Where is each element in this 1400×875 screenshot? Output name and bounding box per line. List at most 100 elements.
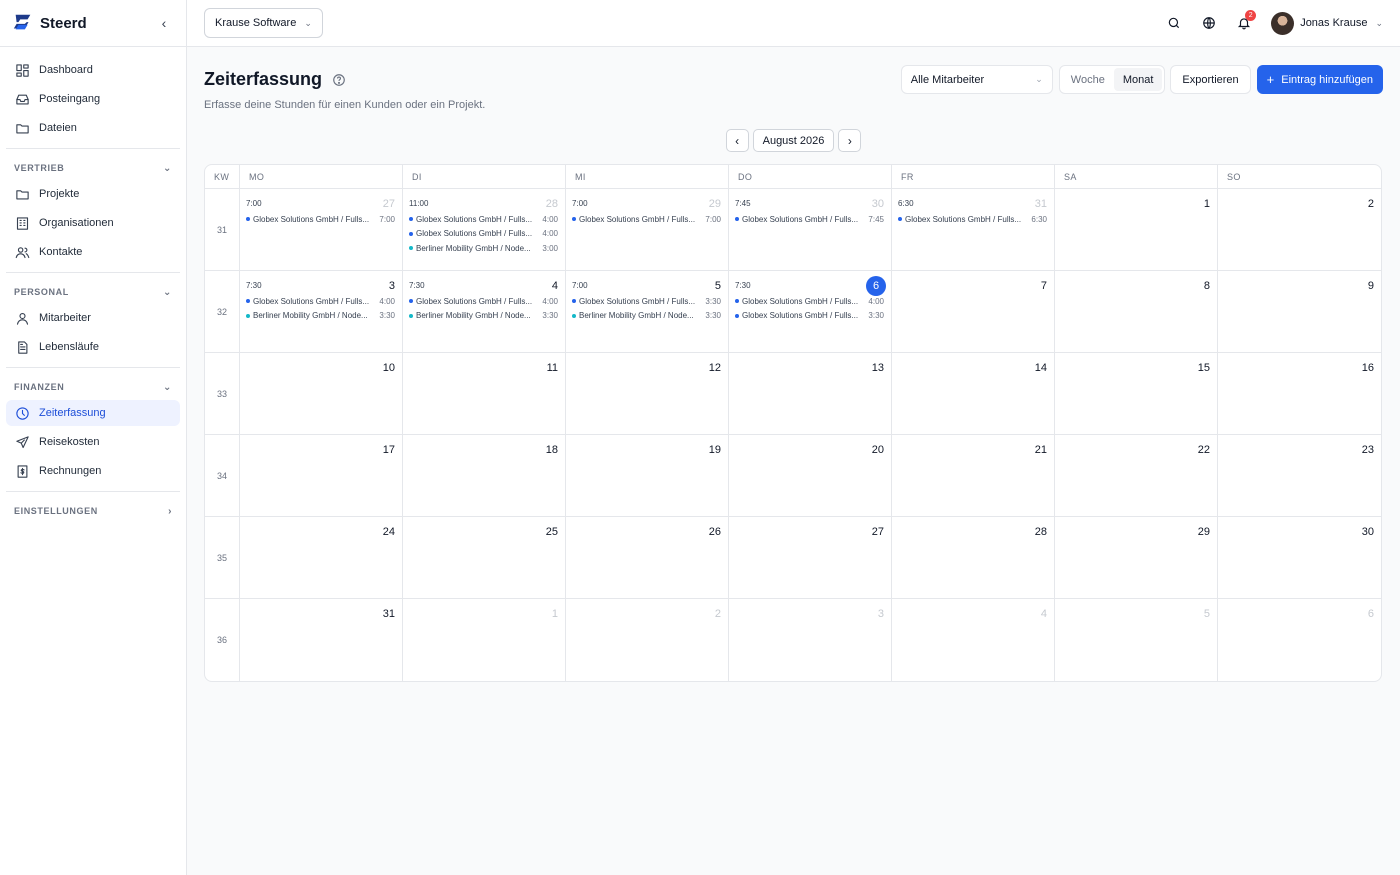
help-icon[interactable] <box>332 73 346 87</box>
calendar-day-cell[interactable]: 10 <box>240 353 403 434</box>
calendar-day-cell[interactable]: 7:00 5 Globex Solutions GmbH / Fulls... 3:3… <box>566 271 729 352</box>
time-entry[interactable]: Berliner Mobility GmbH / Node... 3:00 <box>409 241 558 256</box>
calendar-day-cell[interactable]: 29 <box>1055 517 1218 598</box>
sidebar-item-label: Organisationen <box>39 217 114 229</box>
calendar-day-cell[interactable]: 12 <box>566 353 729 434</box>
calendar-day-cell[interactable]: 1 <box>403 599 566 681</box>
notifications-button[interactable]: 2 <box>1229 8 1259 38</box>
calendar-day-cell[interactable]: 26 <box>566 517 729 598</box>
calendar-day-cell[interactable]: 30 <box>1218 517 1381 598</box>
calendar-day-cell[interactable]: 11:00 28 Globex Solutions GmbH / Fulls... 4… <box>403 189 566 270</box>
sidebar-item-lebensläufe[interactable]: Lebensläufe <box>6 334 180 360</box>
calendar-day-cell[interactable]: 3 <box>729 599 892 681</box>
calendar-day-cell[interactable]: 28 <box>892 517 1055 598</box>
calendar-day-cell[interactable]: 7 <box>892 271 1055 352</box>
view-month-button[interactable]: Monat <box>1113 68 1163 91</box>
language-button[interactable] <box>1194 8 1224 38</box>
calendar-day-cell[interactable]: 27 <box>729 517 892 598</box>
day-number: 22 <box>1197 443 1210 456</box>
calendar-day-cell[interactable]: 2 <box>566 599 729 681</box>
time-entry[interactable]: Globex Solutions GmbH / Fulls... 7:45 <box>735 212 884 227</box>
calendar-day-cell[interactable]: 7:30 3 Globex Solutions GmbH / Fulls... 4:0… <box>240 271 403 352</box>
calendar-day-cell[interactable]: 20 <box>729 435 892 516</box>
time-entry[interactable]: Berliner Mobility GmbH / Node... 3:30 <box>572 309 721 324</box>
calendar-day-cell[interactable]: 6 <box>1218 599 1381 681</box>
sidebar-item-projekte[interactable]: Projekte <box>6 181 180 207</box>
sidebar-item-zeiterfassung[interactable]: Zeiterfassung <box>6 400 180 426</box>
calendar-day-cell[interactable]: 8 <box>1055 271 1218 352</box>
time-entry[interactable]: Globex Solutions GmbH / Fulls... 4:00 <box>409 227 558 242</box>
sidebar-item-posteingang[interactable]: Posteingang <box>6 86 180 112</box>
entry-hours: 7:00 <box>705 214 721 224</box>
day-total: 7:00 <box>246 199 262 208</box>
calendar-day-cell[interactable]: 16 <box>1218 353 1381 434</box>
calendar-day-cell[interactable]: 5 <box>1055 599 1218 681</box>
day-number: 30 <box>1361 525 1374 538</box>
day-number: 29 <box>708 197 721 210</box>
calendar-day-cell[interactable]: 17 <box>240 435 403 516</box>
calendar-day-cell[interactable]: 7:00 27 Globex Solutions GmbH / Fulls... 7:… <box>240 189 403 270</box>
search-icon <box>1168 17 1180 29</box>
user-menu[interactable]: Jonas Krause ⌄ <box>1271 11 1383 35</box>
export-button[interactable]: Exportieren <box>1170 65 1251 94</box>
time-entry[interactable]: Berliner Mobility GmbH / Node... 3:30 <box>409 309 558 324</box>
time-entry[interactable]: Berliner Mobility GmbH / Node... 3:30 <box>246 309 395 324</box>
weekday-header: DI <box>403 165 566 188</box>
calendar-day-cell[interactable]: 23 <box>1218 435 1381 516</box>
section-vertrieb[interactable]: VERTRIEB ⌄ <box>6 157 180 179</box>
time-entry[interactable]: Globex Solutions GmbH / Fulls... 6:30 <box>898 212 1047 227</box>
calendar-day-cell[interactable]: 1 <box>1055 189 1218 270</box>
calendar-day-cell[interactable]: 11 <box>403 353 566 434</box>
next-month-button[interactable]: › <box>838 129 862 152</box>
time-entry[interactable]: Globex Solutions GmbH / Fulls... 4:00 <box>409 212 558 227</box>
prev-month-button[interactable]: ‹ <box>725 129 749 152</box>
search-button[interactable] <box>1159 8 1189 38</box>
sidebar-item-reisekosten[interactable]: Reisekosten <box>6 429 180 455</box>
calendar-day-cell[interactable]: 31 <box>240 599 403 681</box>
day-number: 3 <box>388 279 395 292</box>
sidebar-item-dashboard[interactable]: Dashboard <box>6 57 180 83</box>
calendar-day-cell[interactable]: 15 <box>1055 353 1218 434</box>
day-number: 20 <box>871 443 884 456</box>
calendar-day-cell[interactable]: 7:45 30 Globex Solutions GmbH / Fulls... 7:… <box>729 189 892 270</box>
users-icon <box>14 244 30 260</box>
time-entry[interactable]: Globex Solutions GmbH / Fulls... 4:00 <box>409 294 558 309</box>
day-number: 28 <box>545 197 558 210</box>
time-entry[interactable]: Globex Solutions GmbH / Fulls... 4:00 <box>735 294 884 309</box>
add-entry-button[interactable]: + Eintrag hinzufügen <box>1256 65 1383 94</box>
org-select[interactable]: Krause Software ⌄ <box>204 8 323 38</box>
calendar-day-cell[interactable]: 21 <box>892 435 1055 516</box>
section-einstellungen[interactable]: EINSTELLUNGEN › <box>6 500 180 522</box>
calendar-day-cell[interactable]: 6:30 31 Globex Solutions GmbH / Fulls... 6:… <box>892 189 1055 270</box>
time-entry[interactable]: Globex Solutions GmbH / Fulls... 7:00 <box>246 212 395 227</box>
calendar-day-cell[interactable]: 7:00 29 Globex Solutions GmbH / Fulls... 7:… <box>566 189 729 270</box>
time-entry[interactable]: Globex Solutions GmbH / Fulls... 3:30 <box>735 309 884 324</box>
section-personal[interactable]: PERSONAL ⌄ <box>6 281 180 303</box>
calendar-day-cell[interactable]: 25 <box>403 517 566 598</box>
time-entry[interactable]: Globex Solutions GmbH / Fulls... 4:00 <box>246 294 395 309</box>
calendar-day-cell[interactable]: 19 <box>566 435 729 516</box>
calendar-day-cell[interactable]: 13 <box>729 353 892 434</box>
sidebar-item-mitarbeiter[interactable]: Mitarbeiter <box>6 305 180 331</box>
calendar-day-cell[interactable]: 24 <box>240 517 403 598</box>
calendar-day-cell[interactable]: 22 <box>1055 435 1218 516</box>
sidebar-item-dateien[interactable]: Dateien <box>6 115 180 141</box>
time-entry[interactable]: Globex Solutions GmbH / Fulls... 3:30 <box>572 294 721 309</box>
calendar-day-cell[interactable]: 7:30 6 Globex Solutions GmbH / Fulls... 4:0… <box>729 271 892 352</box>
calendar-day-cell[interactable]: 4 <box>892 599 1055 681</box>
sidebar-item-kontakte[interactable]: Kontakte <box>6 239 180 265</box>
employee-filter[interactable]: Alle Mitarbeiter ⌄ <box>900 65 1053 94</box>
time-entry[interactable]: Globex Solutions GmbH / Fulls... 7:00 <box>572 212 721 227</box>
collapse-sidebar-icon[interactable]: ‹ <box>154 13 174 33</box>
view-week-button[interactable]: Woche <box>1062 68 1114 91</box>
calendar-day-cell[interactable]: 2 <box>1218 189 1381 270</box>
calendar-day-cell[interactable]: 9 <box>1218 271 1381 352</box>
calendar-day-cell[interactable]: 7:30 4 Globex Solutions GmbH / Fulls... 4:0… <box>403 271 566 352</box>
calendar-day-cell[interactable]: 14 <box>892 353 1055 434</box>
day-number: 25 <box>545 525 558 538</box>
month-label[interactable]: August 2026 <box>752 129 835 152</box>
sidebar-item-organisationen[interactable]: Organisationen <box>6 210 180 236</box>
calendar-day-cell[interactable]: 18 <box>403 435 566 516</box>
section-finanzen[interactable]: FINANZEN ⌄ <box>6 376 180 398</box>
sidebar-item-rechnungen[interactable]: Rechnungen <box>6 458 180 484</box>
